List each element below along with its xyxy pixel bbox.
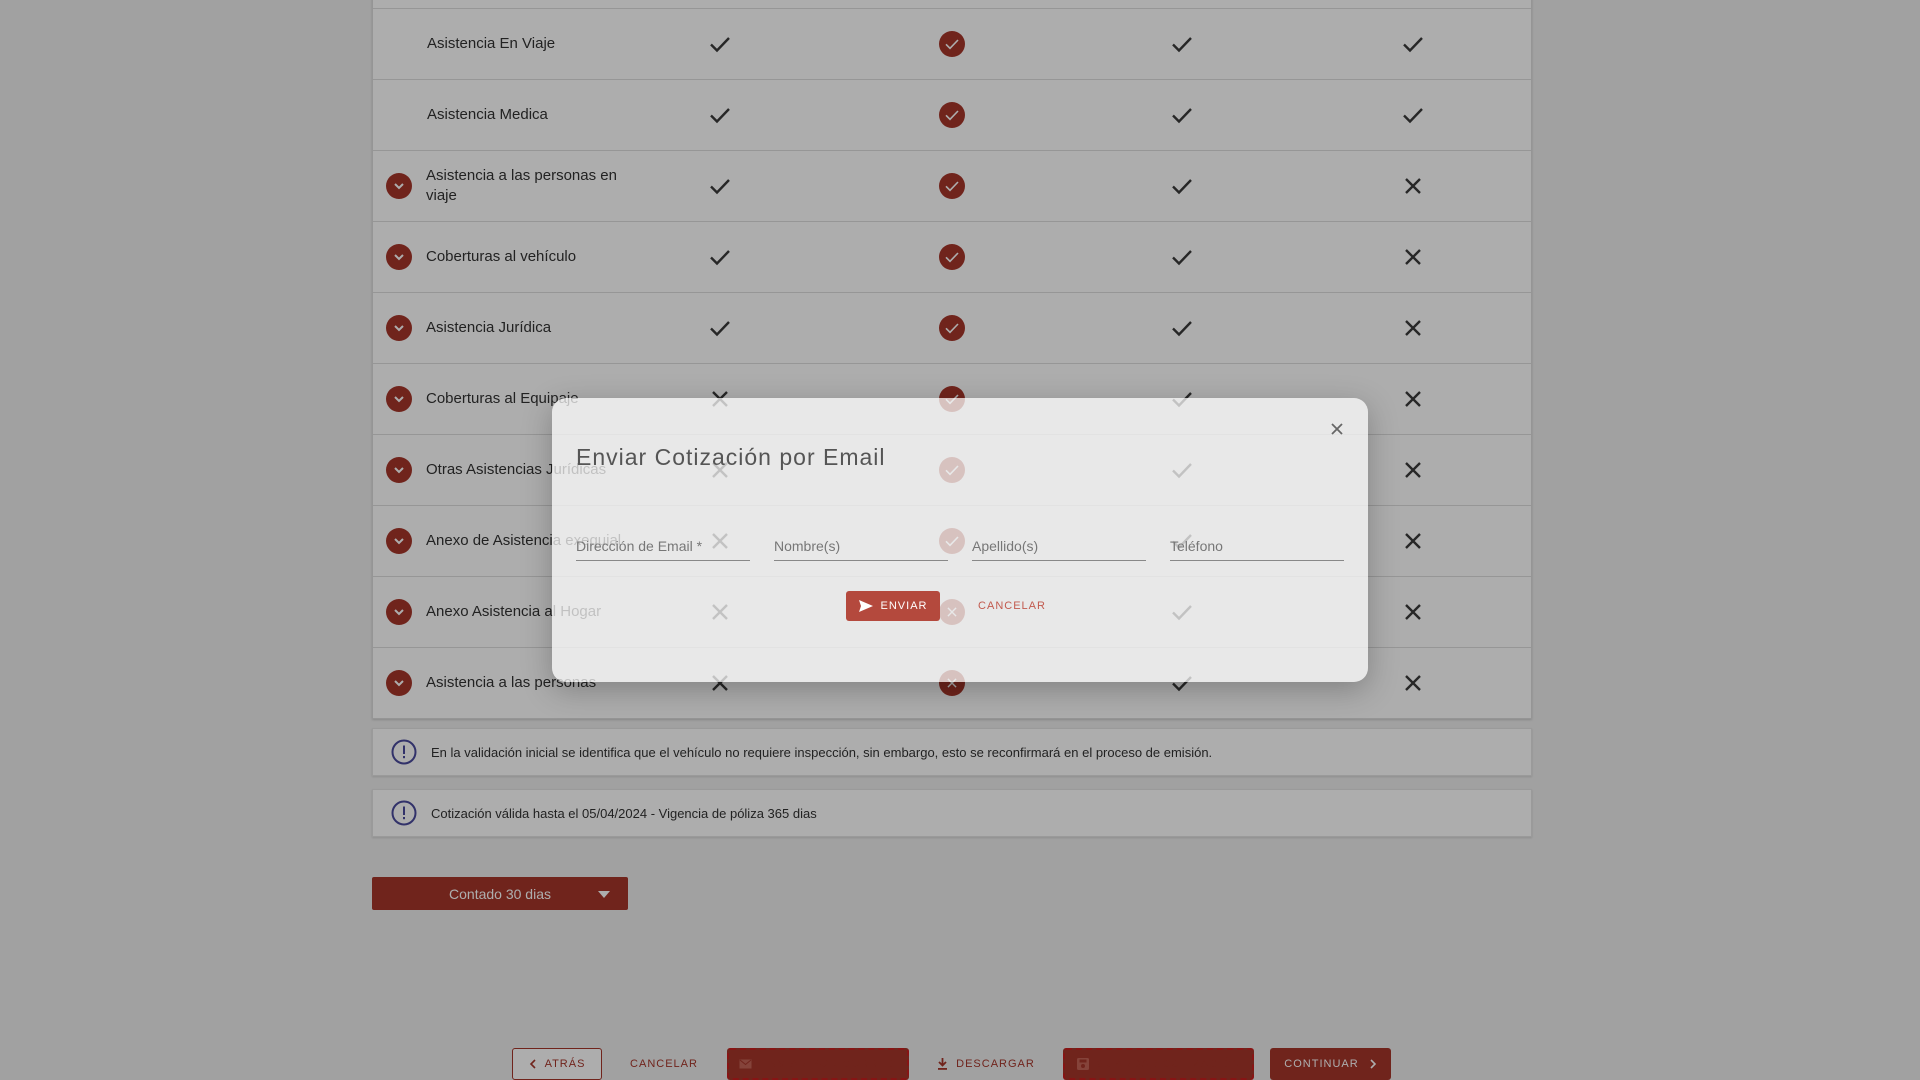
email-input[interactable] xyxy=(576,534,750,558)
close-icon[interactable] xyxy=(1328,420,1346,438)
names-input[interactable] xyxy=(774,534,948,558)
email-quote-dialog: Enviar Cotización por Email ENVIAR CANCE… xyxy=(552,398,1368,682)
dialog-title: Enviar Cotización por Email xyxy=(576,444,886,470)
names-field[interactable] xyxy=(774,534,948,561)
surnames-field[interactable] xyxy=(972,534,1146,561)
send-button[interactable]: ENVIAR xyxy=(846,591,940,621)
send-icon xyxy=(858,600,873,612)
phone-field[interactable] xyxy=(1170,534,1344,561)
send-button-label: ENVIAR xyxy=(880,600,928,612)
dialog-cancel-label: CANCELAR xyxy=(978,600,1046,612)
email-field[interactable] xyxy=(576,534,750,561)
surnames-input[interactable] xyxy=(972,534,1146,558)
phone-input[interactable] xyxy=(1170,534,1344,558)
dialog-cancel-button[interactable]: CANCELAR xyxy=(972,591,1052,621)
